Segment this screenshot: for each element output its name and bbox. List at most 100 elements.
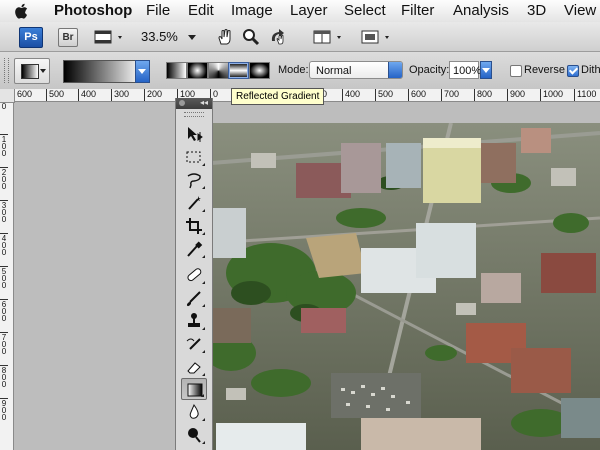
document-canvas[interactable]	[211, 123, 600, 450]
tools-panel-grip[interactable]	[184, 112, 204, 117]
radial-gradient-button[interactable]	[187, 62, 208, 79]
zoom-level[interactable]: 33.5%	[141, 29, 178, 44]
submenu-corner-icon	[202, 418, 205, 421]
ruler-label: 9 0 0	[0, 398, 8, 422]
eraser-icon	[187, 362, 201, 374]
submenu-corner-icon	[201, 394, 204, 397]
tools-panel: ◂◂	[175, 98, 213, 450]
submenu-corner-icon	[202, 441, 205, 444]
submenu-corner-icon	[202, 232, 205, 235]
reverse-label: Reverse	[524, 64, 565, 76]
linear-gradient-button[interactable]	[166, 62, 187, 79]
ruler-label: 800	[474, 89, 492, 101]
mode-select[interactable]: Normal	[309, 61, 403, 79]
rotate-view-button[interactable]	[268, 27, 290, 47]
magic-wand-icon	[188, 196, 201, 210]
brush-tool[interactable]	[181, 287, 207, 309]
submenu-corner-icon	[202, 373, 205, 376]
tools-panel-header[interactable]: ◂◂	[176, 98, 212, 109]
menu-analysis[interactable]: Analysis	[453, 0, 509, 22]
arrange-documents-icon	[313, 30, 341, 44]
menu-bar: Photoshop File Edit Image Layer Select F…	[0, 0, 600, 23]
move-icon	[188, 127, 203, 142]
gradient-tool-preset-icon	[21, 64, 39, 79]
photoshop-logo: Ps	[19, 27, 43, 48]
marquee-tool[interactable]	[181, 146, 207, 168]
ruler-label: 4 0 0	[0, 233, 8, 257]
menu-view[interactable]: View	[564, 0, 596, 22]
menu-edit[interactable]: Edit	[188, 0, 214, 22]
tooltip: Reflected Gradient	[231, 88, 325, 105]
healing-brush-tool[interactable]	[181, 264, 207, 286]
blur-tool[interactable]	[181, 401, 207, 423]
rotate-view-icon	[271, 29, 284, 45]
submenu-corner-icon	[202, 350, 205, 353]
mode-label: Mode:	[278, 64, 309, 76]
chevron-down-icon	[482, 68, 490, 73]
dither-checkbox[interactable]	[567, 65, 579, 77]
eyedropper-icon	[187, 241, 203, 257]
eraser-tool[interactable]	[181, 356, 207, 378]
view-extras-button[interactable]	[94, 27, 130, 47]
menu-filter[interactable]: Filter	[401, 0, 434, 22]
angle-gradient-button[interactable]	[208, 62, 229, 79]
reflected-gradient-button[interactable]	[228, 62, 249, 79]
dodge-tool[interactable]	[181, 424, 207, 446]
gradient-editor-swatch[interactable]	[63, 60, 143, 83]
close-panel-icon[interactable]	[179, 100, 185, 106]
mode-stepper-icon	[388, 62, 402, 78]
vertical-ruler[interactable]: 0 1 0 0 2 0 0 3 0 0 4 0 0 5 0 0 6 0 0 7 …	[0, 89, 14, 450]
drop-icon	[189, 403, 199, 419]
ruler-label: 900	[507, 89, 525, 101]
dither-label: Dithe	[581, 64, 600, 76]
ruler-label: 5 0 0	[0, 266, 8, 290]
submenu-corner-icon	[202, 163, 205, 166]
ruler-label: 1 0 0	[0, 134, 8, 158]
ruler-origin[interactable]	[0, 89, 15, 103]
hand-icon	[218, 29, 231, 45]
tool-preset-picker[interactable]	[14, 58, 50, 84]
bridge-button[interactable]: Br	[58, 28, 78, 47]
lasso-icon	[187, 173, 201, 189]
zoom-dropdown-arrow[interactable]	[188, 35, 196, 40]
collapse-panel-icon[interactable]: ◂◂	[200, 98, 208, 107]
history-brush-tool[interactable]	[181, 333, 207, 355]
ruler-label: 400	[342, 89, 360, 101]
ruler-label: 200	[144, 89, 162, 101]
crop-icon	[186, 218, 202, 234]
menu-3d[interactable]: 3D	[527, 0, 546, 22]
menu-select[interactable]: Select	[344, 0, 386, 22]
eyedropper-tool[interactable]	[181, 238, 207, 260]
clone-stamp-tool[interactable]	[181, 310, 207, 332]
options-bar: Mode: Normal Opacity: 100% Reverse Dithe	[0, 52, 600, 90]
application-bar: Ps Br 33.5%	[0, 22, 600, 52]
ruler-label: 6 0 0	[0, 299, 8, 323]
opacity-dropdown-button[interactable]	[480, 61, 492, 79]
opacity-field[interactable]: 100%	[449, 61, 481, 79]
mode-value: Normal	[316, 65, 352, 77]
move-tool[interactable]	[181, 123, 207, 145]
ruler-label: 700	[441, 89, 459, 101]
lasso-tool[interactable]	[181, 169, 207, 191]
diamond-gradient-button[interactable]	[249, 62, 270, 79]
crop-tool[interactable]	[181, 215, 207, 237]
arrange-documents-button[interactable]	[313, 27, 349, 47]
gradient-picker-button[interactable]	[135, 60, 150, 83]
menu-app-name[interactable]: Photoshop	[54, 0, 132, 22]
zoom-tool-button[interactable]	[241, 27, 261, 47]
menu-file[interactable]: File	[146, 0, 170, 22]
hand-tool-button[interactable]	[215, 27, 235, 47]
menu-layer[interactable]: Layer	[290, 0, 328, 22]
apple-menu-icon[interactable]	[13, 2, 31, 20]
screen-mode-button[interactable]	[361, 27, 397, 47]
submenu-corner-icon	[202, 255, 205, 258]
quick-select-tool[interactable]	[181, 192, 207, 214]
reverse-checkbox[interactable]	[510, 65, 522, 77]
ruler-label: 1000	[540, 89, 563, 101]
history-brush-icon	[186, 338, 201, 350]
options-bar-grip[interactable]	[4, 58, 9, 83]
ruler-label: 7 0 0	[0, 332, 8, 356]
submenu-corner-icon	[202, 327, 205, 330]
gradient-tool[interactable]	[181, 378, 207, 400]
menu-image[interactable]: Image	[231, 0, 273, 22]
